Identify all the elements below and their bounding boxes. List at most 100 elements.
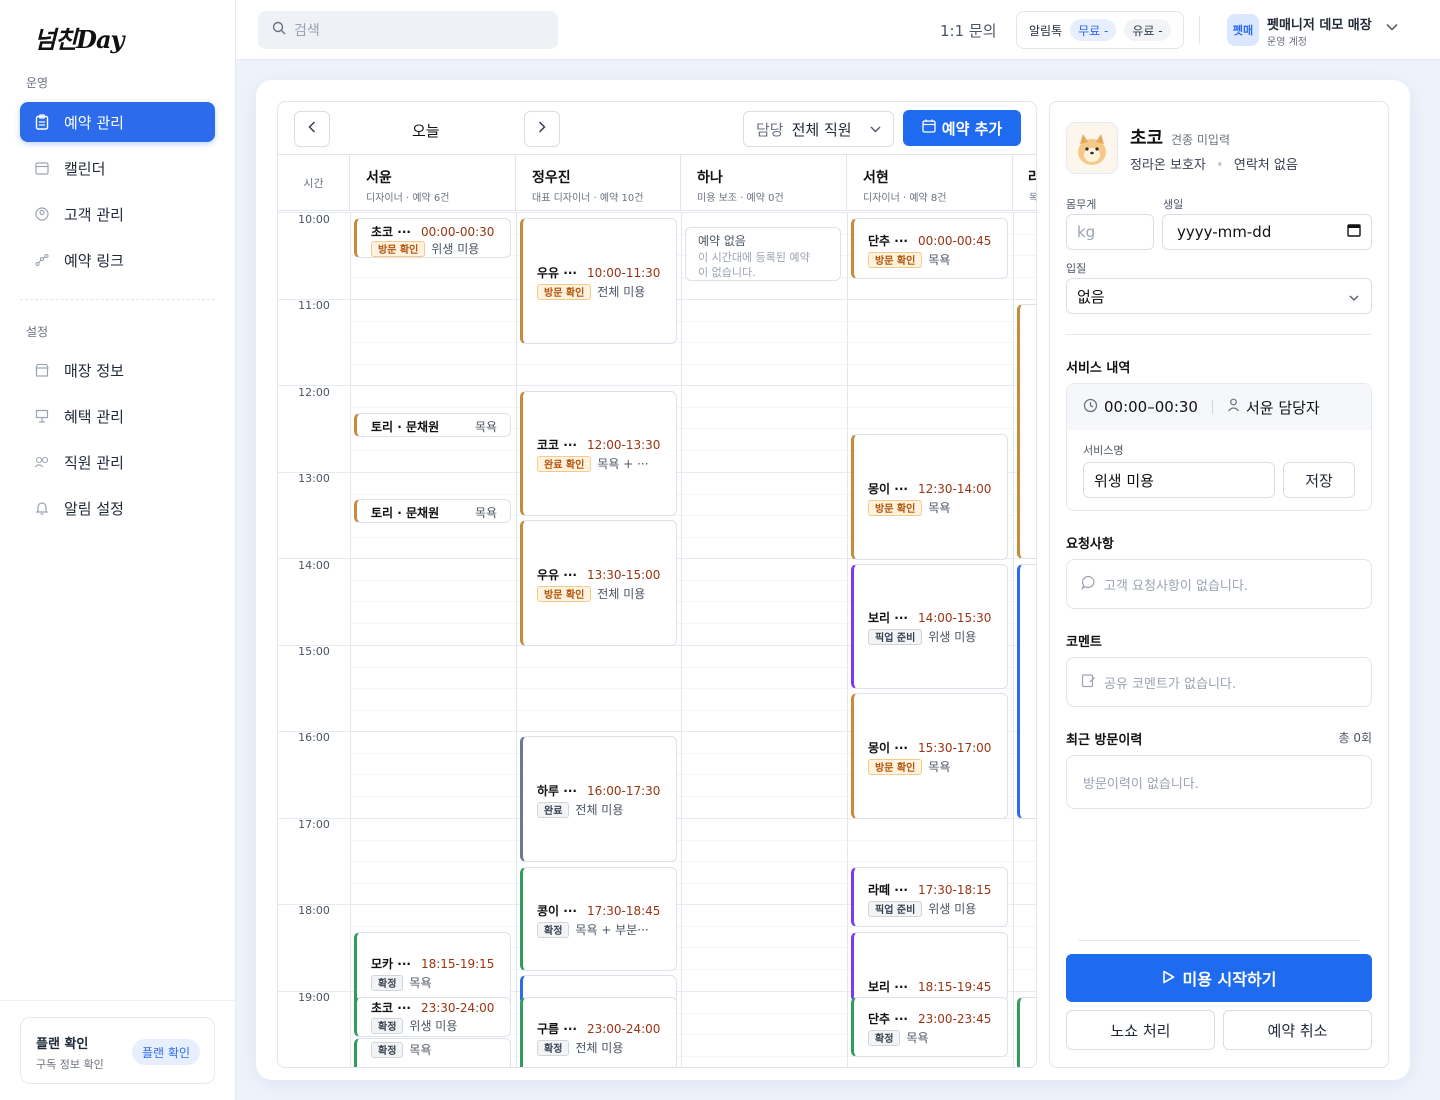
plan-check-button[interactable]: 플랜 확인 [132,1039,200,1065]
sidebar-item-label: 알림 설정 [64,499,124,518]
sidebar-item-notifications[interactable]: 알림 설정 [20,488,215,528]
time-column-header: 시간 [278,155,350,211]
birthday-input[interactable]: yyyy-mm-dd [1162,214,1372,250]
appointment-card[interactable]: 몽이 ··· 12:30-14:00 방문 확인 목욕 [851,434,1008,560]
sidebar-item-customers[interactable]: 고객 관리 [20,194,215,234]
store-avatar[interactable]: 펫매 [1227,14,1259,46]
quarter-gridline [350,342,1036,343]
service-name: 목욕 + ··· [597,457,649,471]
staff-subtitle: 목 [1029,189,1036,204]
sidebar-item-reservations[interactable]: 예약 관리 [20,102,215,142]
today-label[interactable]: 오늘 [412,120,440,141]
cancel-reservation-button[interactable]: 예약 취소 [1223,1010,1372,1050]
time-label: 14:00 [298,559,330,572]
chevron-down-icon[interactable] [1386,20,1398,34]
request-section-title: 요청사항 [1066,537,1114,552]
pet-name: 우유 ··· [537,266,577,280]
appointment-card[interactable]: 우유 ··· 13:30-15:00 방문 확인 전체 미용 [520,520,677,646]
appointment-card[interactable]: 우유 ··· 10:00-11:30 방문 확인 전체 미용 [520,218,677,344]
staff-filter-select[interactable]: 담당 전체 직원 [743,111,894,147]
alimtalk-status[interactable]: 알림톡 무료 - 유료 - [1016,11,1184,49]
staff-subtitle: 디자이너 · 예약 6건 [366,193,450,204]
appointment-card[interactable]: 단추 ··· 23:00-23:45 확정 목욕 [851,997,1008,1057]
service-name: 목욕 [409,1043,432,1057]
separator [1211,400,1213,414]
appointment-card[interactable]: 라떼 ··· 17:30-18:15 픽업 준비 위생 미용 [851,867,1008,927]
calendar-header: 시간 서윤 디자이너 · 예약 6건 정우진 대표 디자이너 · 예약 10건 … [278,155,1036,211]
sidebar: 넘친Day 운영 예약 관리 캘린더 고객 관리 예약 링크 설정 매장 정보 … [0,0,236,1100]
staff-column-header[interactable]: 정우진 대표 디자이너 · 예약 10건 [516,155,681,211]
store-name[interactable]: 펫매니저 데모 매장 [1267,14,1372,33]
no-show-button[interactable]: 노쇼 처리 [1066,1010,1215,1050]
appointment-card[interactable] [1017,564,1036,819]
service-name: 목욕 + 부분··· [575,923,649,937]
appointment-card[interactable]: 하루 ··· 16:00-17:30 완료 전체 미용 [520,736,677,862]
appointment-time: 00:00-00:30 [420,225,495,239]
prev-day-button[interactable] [294,111,330,147]
staff-column-header[interactable]: 라 목 [1013,155,1036,211]
weight-input[interactable]: kg [1066,214,1154,250]
appointment-card[interactable]: 초코 ··· 23:30-24:00 확정 위생 미용 [354,997,511,1037]
appointment-card[interactable]: 초코 ··· 00:00-00:30 방문 확인 위생 미용 [354,218,511,258]
link-graph-icon [34,252,50,268]
staff-name: 정우진 [532,170,571,186]
save-button[interactable]: 저장 [1283,462,1355,498]
search-input[interactable]: 검색 [258,11,558,49]
inquiry-link[interactable]: 1:1 문의 [940,20,997,41]
status-badge: 확정 [537,1039,570,1056]
sidebar-item-staff[interactable]: 직원 관리 [20,442,215,482]
hour-gridline [278,385,1036,386]
chevron-down-icon [870,123,881,136]
appointment-card[interactable]: 콩이 ··· 17:30-18:45 확정 목욕 + 부분··· [520,867,677,971]
temperament-value: 없음 [1077,287,1105,306]
calendar-icon[interactable] [1347,223,1361,241]
appointment-card[interactable]: 단추 ··· 00:00-00:45 방문 확인 목욕 [851,218,1008,279]
service-name: 전체 미용 [575,803,624,817]
sidebar-item-booking-link[interactable]: 예약 링크 [20,240,215,280]
staff-column-header[interactable]: 서현 디자이너 · 예약 8건 [847,155,1013,211]
app-logo[interactable]: 넘친Day [34,20,124,55]
appointment-time: 18:15-19:15 [420,957,495,971]
birthday-label: 생일 [1163,198,1184,211]
sidebar-item-calendar[interactable]: 캘린더 [20,148,215,188]
sidebar-item-benefits[interactable]: 혜택 관리 [20,396,215,436]
staff-subtitle: 미용 보조 · 예약 0건 [697,193,784,204]
staff-column-header[interactable]: 하나 미용 보조 · 예약 0건 [681,155,847,211]
plan-title: 플랜 확인 [36,1037,89,1052]
appointment-card[interactable]: 구름 ··· 23:00-24:00 확정 전체 미용 [520,997,677,1067]
appointment-card[interactable]: 몽이 ··· 15:30-17:00 방문 확인 목욕 [851,693,1008,819]
sidebar-item-label: 직원 관리 [64,453,124,472]
start-grooming-button[interactable]: 미용 시작하기 [1066,954,1372,1002]
next-day-button[interactable] [524,111,560,147]
status-badge: 방문 확인 [868,758,923,775]
quarter-gridline [350,321,1036,322]
appointment-card[interactable]: 토리 · 문채원 목욕 [354,499,511,523]
add-reservation-button[interactable]: 예약 추가 [903,110,1021,146]
section-label-settings: 설정 [26,325,49,339]
time-label: 11:00 [298,299,330,312]
time-label: 15:00 [298,645,330,658]
appointment-card[interactable]: 토리 · 문채원 목욕 [354,413,511,437]
column-divider [847,212,848,1067]
divider [1078,940,1360,941]
service-name: 위생 미용 [928,630,977,644]
appointment-card[interactable] [1017,997,1036,1067]
sidebar-item-store-info[interactable]: 매장 정보 [20,350,215,390]
service-name: 목욕 [409,976,432,990]
appointment-card[interactable] [1017,304,1036,559]
appointment-card[interactable]: 확정 목욕 [354,1038,511,1067]
appointment-card[interactable]: 보리 ··· 18:15-19:45 [851,932,1008,1002]
pet-name: 보리 ··· [868,980,908,994]
appointment-time: 15:30-17:00 [917,741,992,755]
appointment-time: 23:00-24:00 [586,1022,661,1036]
calendar-grid[interactable]: 10:00 11:00 12:00 13:00 14:00 15:00 16:0… [278,212,1036,1067]
service-name-input[interactable]: 위생 미용 [1083,462,1275,498]
appointment-card[interactable]: 보리 ··· 14:00-15:30 픽업 준비 위생 미용 [851,564,1008,689]
temperament-select[interactable]: 없음 [1066,278,1372,314]
appointment-card[interactable]: 코코 ··· 12:00-13:30 완료 확인 목욕 + ··· [520,391,677,516]
time-label: 12:00 [298,386,330,399]
time-label: 13:00 [298,472,330,485]
staff-filter-value: 전체 직원 [791,120,852,139]
staff-name: 하나 [697,170,723,186]
staff-column-header[interactable]: 서윤 디자이너 · 예약 6건 [350,155,516,211]
